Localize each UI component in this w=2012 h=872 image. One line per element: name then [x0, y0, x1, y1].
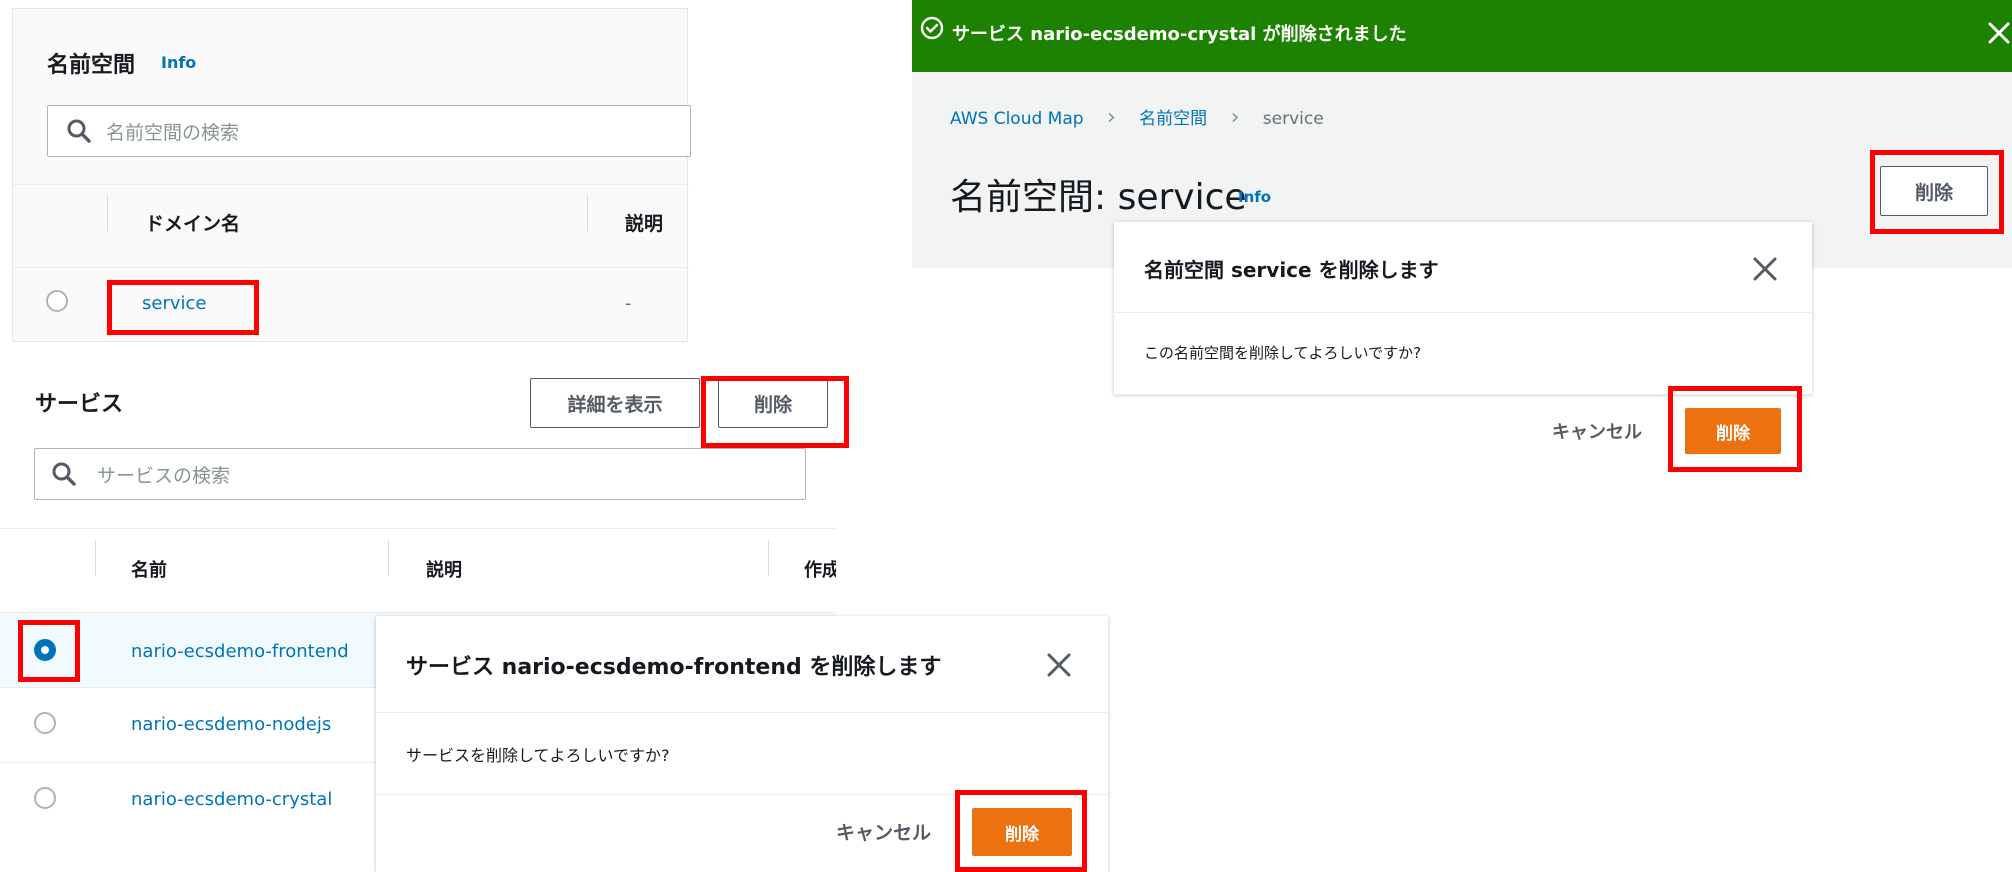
- cancel-button[interactable]: キャンセル: [1552, 418, 1642, 444]
- service-link-frontend[interactable]: nario-ecsdemo-frontend: [131, 641, 349, 662]
- close-icon[interactable]: [1752, 256, 1778, 282]
- chevron-right-icon: ›: [1106, 105, 1116, 130]
- column-header-name[interactable]: 名前: [131, 556, 167, 582]
- page-info-link[interactable]: Info: [1238, 188, 1271, 206]
- row-radio[interactable]: [46, 290, 68, 312]
- row-radio-selected[interactable]: [34, 639, 56, 661]
- breadcrumb-item-current: service: [1262, 109, 1324, 129]
- search-icon: [67, 119, 91, 143]
- view-details-button[interactable]: 詳細を表示: [530, 378, 700, 428]
- breadcrumb-item-cloud-map[interactable]: AWS Cloud Map: [950, 109, 1084, 129]
- modal-title: 名前空間 service を削除します: [1144, 258, 1439, 282]
- service-search-placeholder: サービスの検索: [97, 465, 231, 487]
- flash-message: サービス nario-ecsdemo-crystal が削除されました: [952, 24, 1407, 45]
- page-title: 名前空間: service: [950, 177, 1247, 218]
- namespace-search-input[interactable]: 名前空間の検索: [47, 105, 691, 157]
- namespaces-title: 名前空間: [47, 53, 136, 78]
- namespace-search-placeholder: 名前空間の検索: [106, 122, 240, 144]
- delete-service-button[interactable]: 削除: [718, 378, 828, 428]
- modal-body-text: サービスを削除してよろしいですか?: [406, 746, 670, 765]
- service-search-input[interactable]: サービスの検索: [34, 448, 806, 500]
- namespaces-panel: 名前空間 Info 名前空間の検索 ドメイン名 説明 service -: [12, 8, 691, 342]
- chevron-right-icon: ›: [1230, 105, 1240, 130]
- row-radio[interactable]: [34, 712, 56, 734]
- modal-body-text: この名前空間を削除してよろしいですか?: [1144, 344, 1422, 362]
- service-link-nodejs[interactable]: nario-ecsdemo-nodejs: [131, 714, 331, 735]
- namespace-description: -: [625, 293, 632, 314]
- breadcrumb-item-namespaces[interactable]: 名前空間: [1139, 109, 1207, 129]
- modal-title: サービス nario-ecsdemo-frontend を削除します: [406, 655, 942, 680]
- service-link-crystal[interactable]: nario-ecsdemo-crystal: [131, 789, 332, 810]
- namespace-link-service[interactable]: service: [142, 293, 206, 314]
- success-flash-bar: サービス nario-ecsdemo-crystal が削除されました: [912, 0, 2012, 72]
- success-check-icon: [920, 16, 944, 40]
- column-header-created[interactable]: 作成: [804, 556, 836, 582]
- column-header-domain-name[interactable]: ドメイン名: [145, 209, 240, 236]
- namespaces-info-link[interactable]: Info: [161, 53, 196, 72]
- delete-namespace-modal: 名前空間 service を削除します この名前空間を削除してよろしいですか?: [1114, 222, 1812, 394]
- confirm-delete-button[interactable]: 削除: [972, 808, 1072, 856]
- confirm-delete-button[interactable]: 削除: [1685, 408, 1781, 454]
- cancel-button[interactable]: キャンセル: [836, 818, 931, 845]
- column-header-description[interactable]: 説明: [625, 209, 663, 236]
- services-title: サービス: [35, 392, 124, 417]
- search-icon: [52, 462, 76, 486]
- close-icon[interactable]: [1988, 22, 2010, 44]
- close-icon[interactable]: [1046, 652, 1072, 678]
- column-header-description[interactable]: 説明: [426, 556, 462, 582]
- delete-namespace-button[interactable]: 削除: [1880, 166, 1988, 216]
- delete-service-modal: サービス nario-ecsdemo-frontend を削除します サービスを…: [376, 616, 1108, 872]
- row-radio[interactable]: [34, 787, 56, 809]
- breadcrumb: AWS Cloud Map › 名前空間 › service: [950, 104, 1324, 130]
